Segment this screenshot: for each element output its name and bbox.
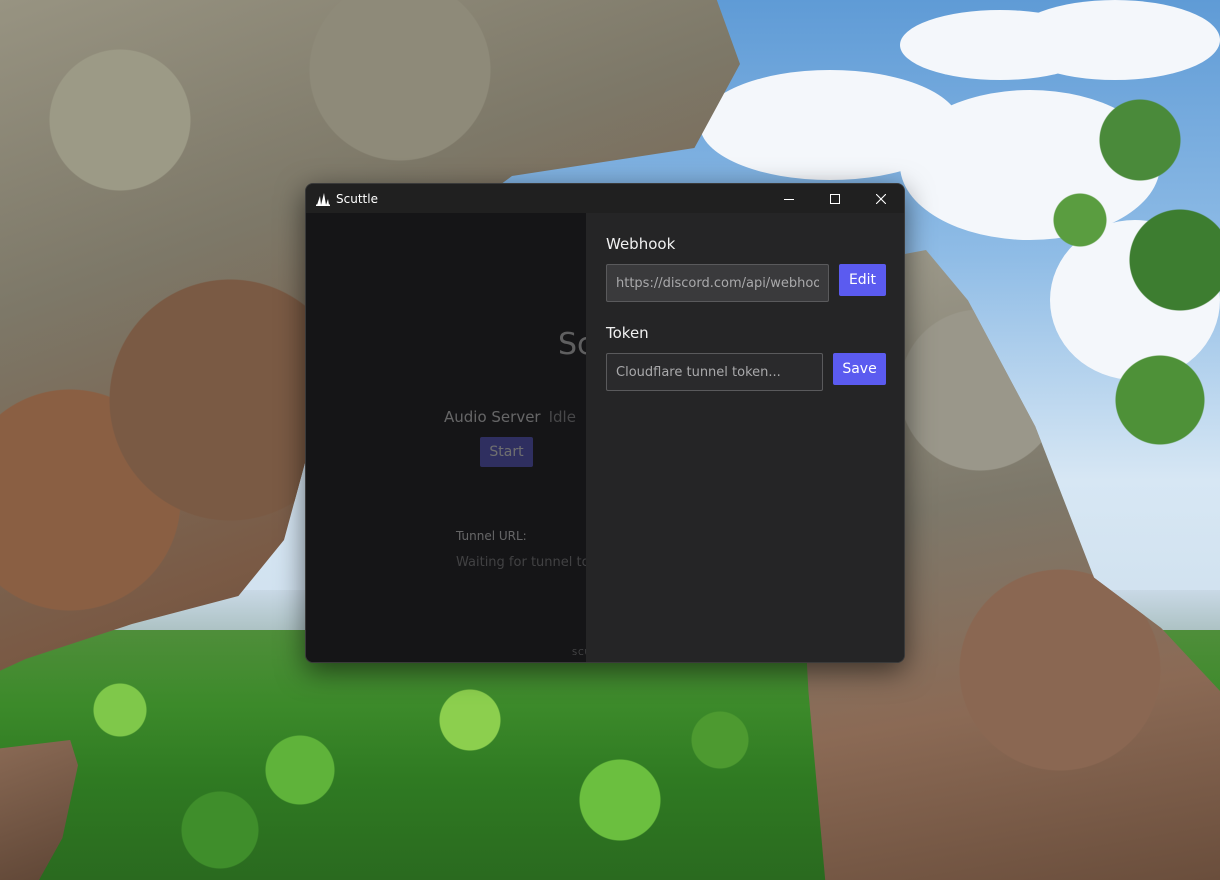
token-label: Token bbox=[606, 324, 649, 342]
footer-label: SCUTTLE bbox=[572, 648, 586, 657]
tunnel-url-value: Waiting for tunnel to start... bbox=[456, 555, 586, 570]
maximize-button[interactable] bbox=[812, 184, 858, 213]
minimize-button[interactable] bbox=[766, 184, 812, 213]
app-heading: Scuttle bbox=[558, 327, 586, 362]
close-icon bbox=[876, 193, 886, 204]
minimize-icon bbox=[784, 198, 794, 200]
start-button[interactable]: Start bbox=[480, 437, 533, 467]
title-bar[interactable]: Scuttle bbox=[306, 184, 904, 213]
window-content: Scuttle Audio Server Idle Start Tunnel UR… bbox=[306, 213, 904, 662]
audio-server-row: Audio Server Idle bbox=[444, 408, 576, 426]
audio-server-label: Audio Server bbox=[444, 408, 541, 426]
token-input[interactable] bbox=[606, 353, 823, 391]
webhook-input[interactable] bbox=[606, 264, 829, 302]
webhook-label: Webhook bbox=[606, 235, 676, 253]
app-logo-icon bbox=[316, 192, 330, 206]
window-controls bbox=[766, 184, 904, 213]
settings-panel: Webhook Edit Token Save bbox=[586, 213, 904, 662]
window-title: Scuttle bbox=[336, 191, 378, 206]
edit-webhook-button[interactable]: Edit bbox=[839, 264, 886, 296]
close-button[interactable] bbox=[858, 184, 904, 213]
app-window: Scuttle Scuttle Audio Server Idle Start T… bbox=[305, 183, 905, 663]
maximize-icon bbox=[830, 193, 840, 204]
main-panel: Scuttle Audio Server Idle Start Tunnel UR… bbox=[306, 213, 586, 662]
audio-server-status: Idle bbox=[548, 408, 576, 426]
save-token-button[interactable]: Save bbox=[833, 353, 886, 385]
wallpaper-tree bbox=[1020, 20, 1220, 540]
tunnel-url-label: Tunnel URL: bbox=[456, 529, 527, 543]
